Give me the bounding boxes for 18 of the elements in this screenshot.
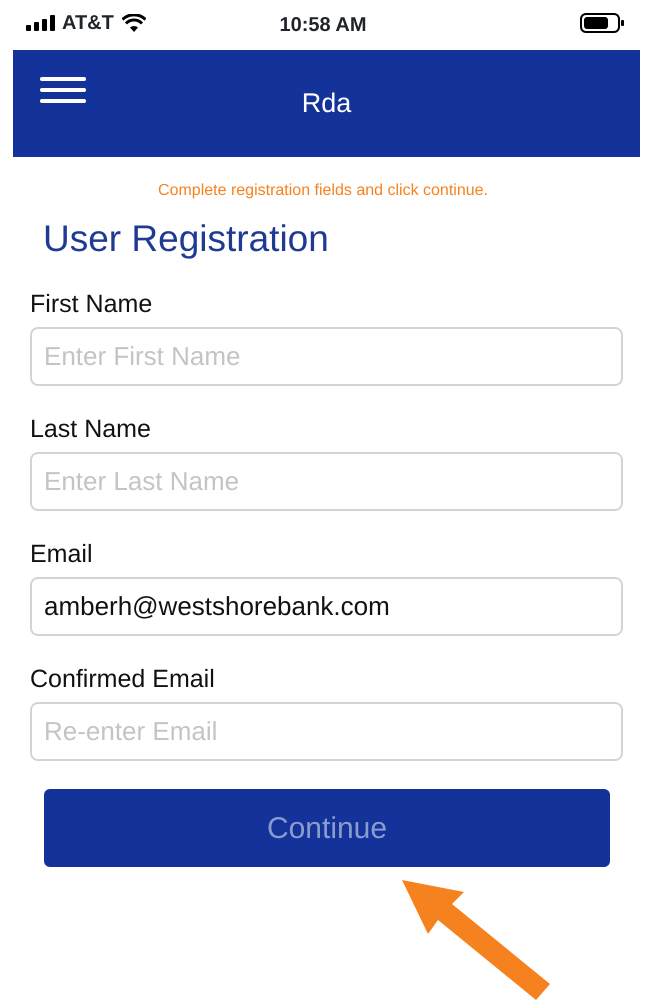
header-title: Rda — [302, 87, 352, 120]
field-label: First Name — [30, 289, 152, 320]
signal-icon — [26, 15, 58, 31]
input-field[interactable]: Enter First Name — [30, 327, 623, 386]
wifi-icon — [122, 14, 146, 32]
input-field[interactable]: Re-enter Email — [30, 702, 623, 762]
carrier-name: AT&T — [62, 11, 114, 36]
clock-time: 10:58 AM — [279, 13, 367, 38]
input-field[interactable]: Enter Last Name — [30, 452, 623, 512]
input-field[interactable]: amberh@westshorebank.com — [30, 577, 623, 636]
field-label: Email — [30, 539, 93, 570]
battery-icon — [580, 13, 624, 33]
field-label: Last Name — [30, 414, 151, 444]
arrow-annotation-icon — [402, 880, 552, 1000]
menu-icon[interactable] — [40, 77, 86, 103]
field-label: Confirmed Email — [30, 664, 215, 694]
page-title: User Registration — [43, 217, 329, 261]
instruction-text: Complete registration fields and click continue. — [157, 181, 489, 201]
